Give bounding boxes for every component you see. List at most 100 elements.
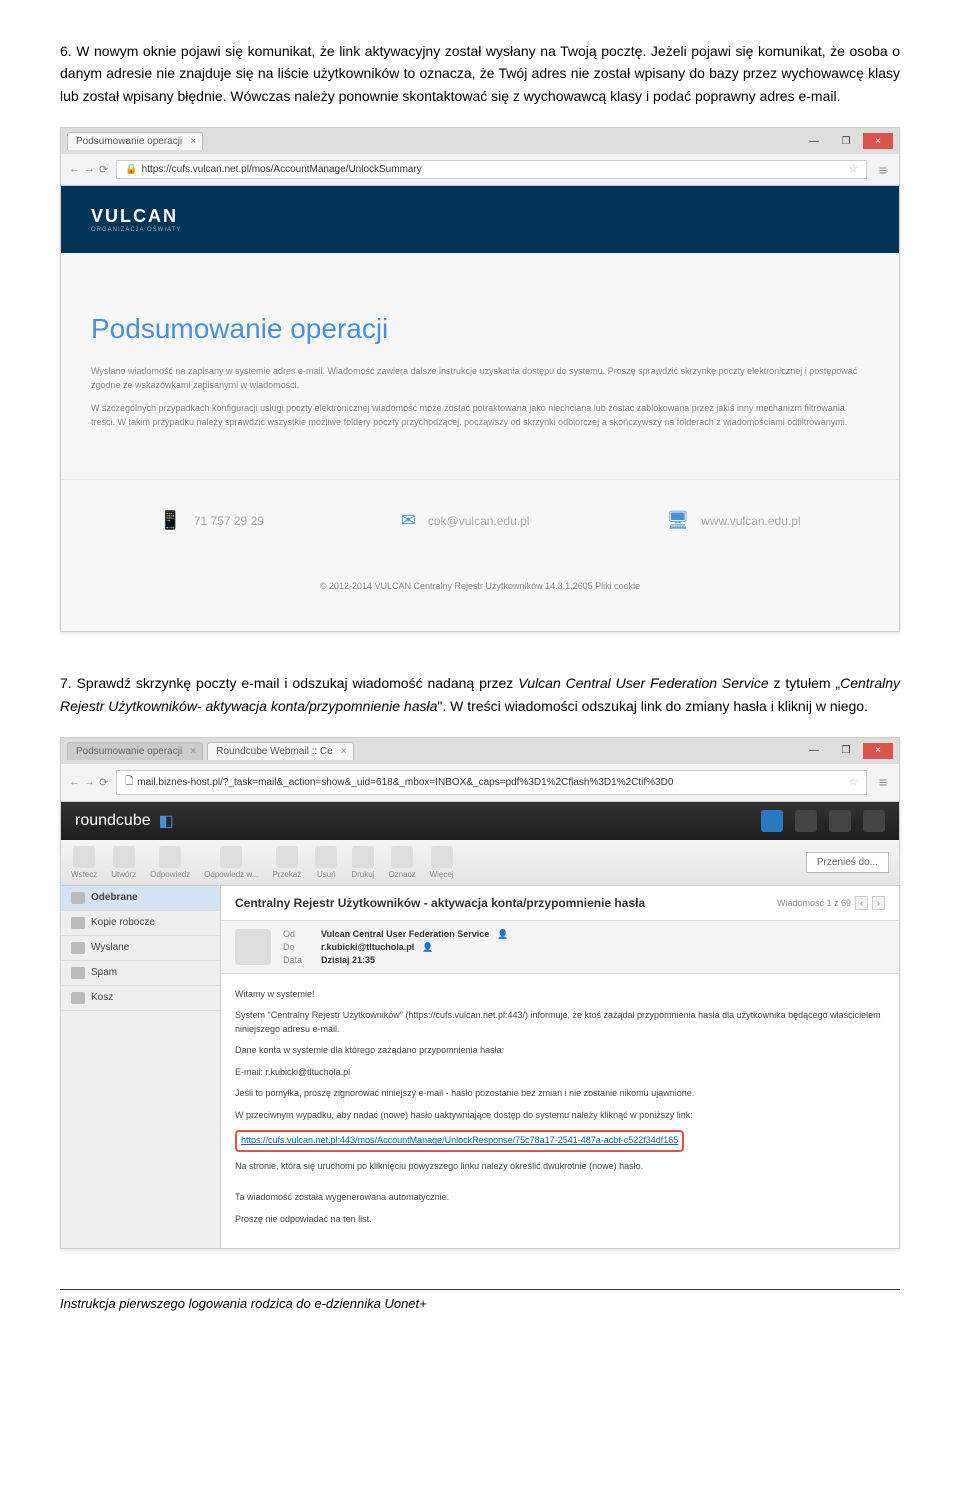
tab-title: Podsumowanie operacji [76, 136, 182, 147]
delete-icon [315, 846, 337, 868]
menu-icon[interactable]: ≡ [875, 774, 891, 790]
tool-label: Usuń [317, 870, 336, 879]
date-value: Dzisiaj 21:35 [321, 955, 375, 965]
mail-icon[interactable] [761, 810, 783, 832]
folder-icon [71, 942, 85, 954]
browser-tab-active[interactable]: Roundcube Webmail :: Ce × [207, 742, 354, 760]
next-button[interactable]: › [872, 896, 885, 910]
tool-label: Odpowiedz [150, 870, 190, 879]
maximize-button[interactable]: ❐ [831, 743, 861, 759]
phone-icon: 📱 [159, 510, 181, 531]
mail-icon: ✉ [401, 510, 416, 531]
url-text: mail.biznes-host.pl/?_task=mail&_action=… [137, 777, 673, 788]
settings-icon[interactable] [829, 810, 851, 832]
msg-line: Na stronie, która się uruchomi po klikni… [235, 1160, 885, 1174]
tool-label: Wstecz [71, 870, 97, 879]
address-bar: ← → ⟳ 🔒 https://cufs.vulcan.net.pl/mos/A… [61, 154, 899, 186]
paragraph-text-a: Sprawdź skrzynkę poczty e-mail i odszuka… [77, 675, 519, 691]
subject-bar: Centralny Rejestr Użytkowników - aktywac… [221, 886, 899, 921]
tool-replyall[interactable]: Odpowiedz w... [204, 846, 258, 879]
move-to-button[interactable]: Przenieś do... [806, 852, 889, 873]
close-icon[interactable]: × [190, 136, 196, 147]
browser-tab-inactive[interactable]: Podsumowanie operacji × [67, 742, 203, 760]
folder-sent[interactable]: Wysłane [61, 936, 220, 961]
folder-icon [71, 992, 85, 1004]
tool-mark[interactable]: Oznacz [388, 846, 415, 879]
paragraph-text: W nowym oknie pojawi się komunikat, że l… [60, 43, 900, 104]
close-button[interactable]: × [863, 133, 893, 149]
vulcan-sublogo: ORGANIZACJA OŚWIATY [91, 227, 869, 233]
addressbook-icon[interactable] [795, 810, 817, 832]
tool-label: Odpowiedz w... [204, 870, 258, 879]
maximize-button[interactable]: ❐ [831, 133, 861, 149]
minimize-button[interactable]: — [799, 133, 829, 149]
document-footer: Instrukcja pierwszego logowania rodzica … [60, 1289, 900, 1311]
prev-button[interactable]: ‹ [855, 896, 868, 910]
folder-inbox[interactable]: Odebrane [61, 886, 220, 911]
from-value: Vulcan Central User Federation Service [321, 929, 489, 940]
logout-icon[interactable] [863, 810, 885, 832]
paragraph-text-b: Vulcan Central User Federation Service [518, 675, 768, 691]
tool-forward[interactable]: Przekaż [272, 846, 301, 879]
close-icon[interactable]: × [190, 746, 196, 757]
roundcube-logo: roundcube [75, 812, 151, 830]
vulcan-footer: 📱 71 757 29 29 ✉ cok@vulcan.edu.pl 🖥 www… [61, 479, 899, 561]
contact-phone: 📱 71 757 29 29 [159, 510, 264, 531]
tool-label: Oznacz [388, 870, 415, 879]
back-icon [73, 846, 95, 868]
reload-icon[interactable]: ⟳ [99, 776, 108, 789]
person-icon[interactable]: 👤 [422, 942, 433, 953]
vulcan-body: Podsumowanie operacji Wysłano wiadomość … [61, 253, 899, 479]
folder-spam[interactable]: Spam [61, 961, 220, 986]
avatar [235, 929, 271, 965]
tool-print[interactable]: Drukuj [351, 846, 374, 879]
forward-icon [276, 846, 298, 868]
folder-icon [71, 917, 85, 929]
compose-icon [113, 846, 135, 868]
nav-arrows: ← → ⟳ [69, 776, 108, 789]
url-field[interactable]: 🗋 mail.biznes-host.pl/?_task=mail&_actio… [116, 770, 867, 795]
contact-web: 🖥 www.vulcan.edu.pl [666, 510, 800, 531]
person-icon[interactable]: 👤 [497, 929, 508, 940]
back-icon[interactable]: ← [69, 776, 80, 789]
folder-trash[interactable]: Kosz [61, 986, 220, 1011]
msg-line: W przeciwnym wypadku, aby nadać (nowe) h… [235, 1109, 885, 1123]
back-icon[interactable]: ← [69, 163, 80, 176]
date-row: Data Dzisiaj 21:35 [283, 955, 508, 965]
info-text-1: Wysłano wiadomość na zapisany w systemie… [91, 365, 869, 392]
folder-sidebar: Odebrane Kopie robocze Wysłane Spam Kosz [61, 886, 221, 1249]
star-icon[interactable]: ☆ [849, 777, 858, 788]
forward-icon[interactable]: → [84, 776, 95, 789]
forward-icon[interactable]: → [84, 163, 95, 176]
tool-compose[interactable]: Utwórz [111, 846, 136, 879]
minimize-button[interactable]: — [799, 743, 829, 759]
lock-icon: 🔒 [125, 164, 137, 175]
from-label: Od [283, 929, 313, 940]
star-icon[interactable]: ☆ [849, 164, 858, 175]
close-icon[interactable]: × [341, 746, 347, 757]
menu-icon[interactable]: ≡ [875, 162, 891, 178]
browser-tab[interactable]: Podsumowanie operacji × [67, 132, 203, 150]
tool-back[interactable]: Wstecz [71, 846, 97, 879]
close-button[interactable]: × [863, 743, 893, 759]
cube-icon: ◧ [159, 811, 174, 831]
replyall-icon [220, 846, 242, 868]
activation-link[interactable]: https://cufs.vulcan.net.pl:443/mos/Accou… [235, 1130, 684, 1152]
reload-icon[interactable]: ⟳ [99, 163, 108, 176]
web-icon: 🖥 [666, 510, 689, 531]
pager-text: Wiadomość 1 z 69 [777, 898, 851, 908]
url-field[interactable]: 🔒 https://cufs.vulcan.net.pl/mos/Account… [116, 160, 867, 179]
page-icon: 🗋 [125, 774, 133, 791]
tool-delete[interactable]: Usuń [315, 846, 337, 879]
folder-label: Kosz [91, 992, 113, 1003]
message-meta: Od Vulcan Central User Federation Servic… [221, 921, 899, 974]
folder-label: Wysłane [91, 942, 129, 953]
tool-more[interactable]: Więcej [430, 846, 454, 879]
tool-reply[interactable]: Odpowiedz [150, 846, 190, 879]
tool-label: Drukuj [351, 870, 374, 879]
vulcan-logo: VULCAN [91, 206, 869, 227]
toolbar: Wstecz Utwórz Odpowiedz Odpowiedz w... P… [61, 840, 899, 886]
more-icon [431, 846, 453, 868]
print-icon [352, 846, 374, 868]
folder-drafts[interactable]: Kopie robocze [61, 911, 220, 936]
